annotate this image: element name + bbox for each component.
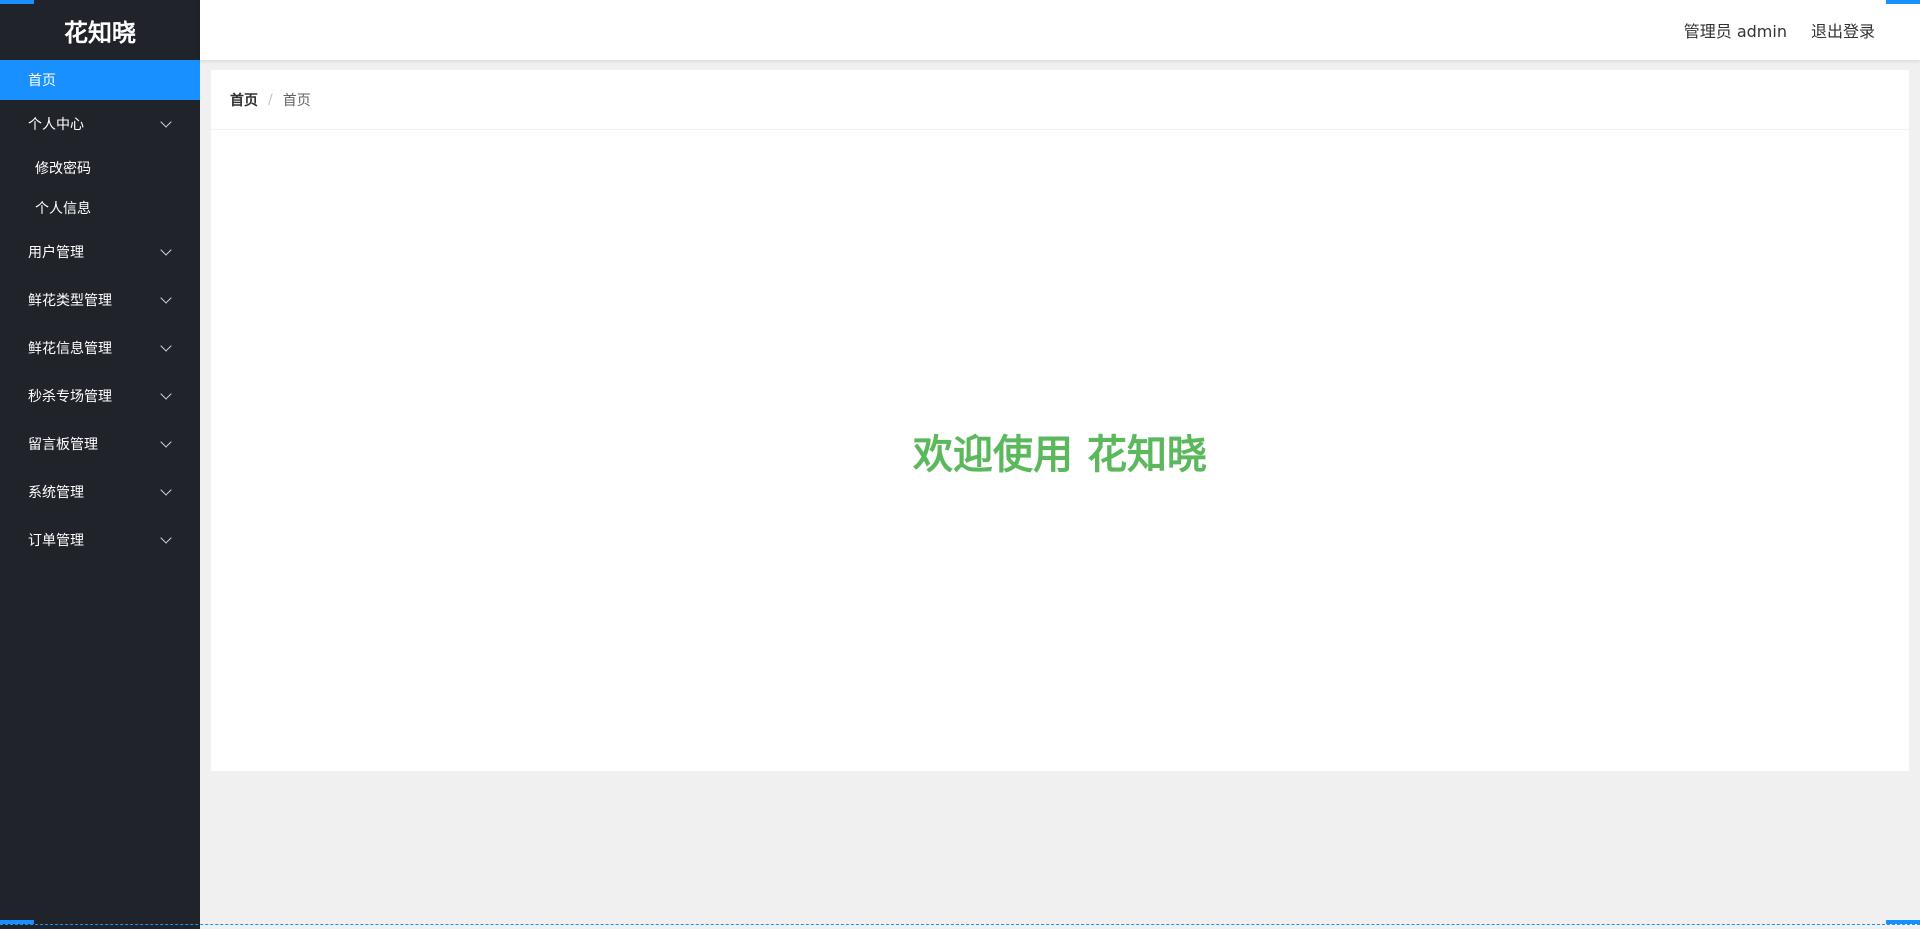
- breadcrumb: 首页 / 首页: [211, 70, 1909, 130]
- sidebar-group-flower-types[interactable]: 鲜花类型管理: [0, 276, 200, 324]
- sidebar: 花知晓 首页 个人中心 修改密码 个人信息 用户管理 鲜花类型管理 鲜花信息管理…: [0, 0, 200, 929]
- sidebar-group-flash-sale[interactable]: 秒杀专场管理: [0, 372, 200, 420]
- sidebar-menu: 首页 个人中心 修改密码 个人信息 用户管理 鲜花类型管理 鲜花信息管理 秒杀专…: [0, 60, 200, 564]
- header-user-area: 管理员 admin 退出登录: [1684, 0, 1875, 60]
- sidebar-group-personal-toggle[interactable]: 个人中心: [0, 100, 200, 148]
- breadcrumb-current: 首页: [282, 92, 311, 109]
- sidebar-group-label: 个人中心: [28, 117, 84, 133]
- sidebar-group-label: 留言板管理: [28, 437, 98, 453]
- logout-button[interactable]: 退出登录: [1811, 18, 1875, 42]
- sidebar-group-system[interactable]: 系统管理: [0, 468, 200, 516]
- sidebar-group-personal: 个人中心 修改密码 个人信息: [0, 100, 200, 228]
- sidebar-group-label: 用户管理: [28, 245, 84, 261]
- top-header: 管理员 admin 退出登录: [200, 0, 1920, 60]
- sidebar-item-personal-info[interactable]: 个人信息: [0, 188, 200, 228]
- sidebar-item-label: 首页: [28, 73, 56, 89]
- chevron-down-icon: [160, 244, 172, 256]
- bottom-dashed-divider: [0, 924, 1920, 925]
- current-user-label: 管理员 admin: [1683, 22, 1787, 41]
- main-content-card: 首页 / 首页 欢迎使用 花知晓: [211, 70, 1909, 771]
- chevron-down-icon: [160, 340, 172, 352]
- chevron-down-icon: [160, 116, 172, 128]
- sidebar-group-label: 鲜花信息管理: [28, 341, 112, 357]
- chevron-down-icon: [160, 484, 172, 496]
- sidebar-group-label: 订单管理: [28, 533, 84, 549]
- breadcrumb-home-link[interactable]: 首页: [230, 90, 258, 110]
- accent-corner-top-left: [0, 0, 34, 4]
- sidebar-group-label: 秒杀专场管理: [28, 389, 112, 405]
- sidebar-group-label: 系统管理: [28, 485, 84, 501]
- brand-title: 花知晓: [64, 18, 136, 47]
- sidebar-group-label: 鲜花类型管理: [28, 293, 112, 309]
- breadcrumb-separator: /: [268, 91, 273, 108]
- sidebar-item-label: 修改密码: [35, 161, 91, 177]
- sidebar-group-flower-info[interactable]: 鲜花信息管理: [0, 324, 200, 372]
- chevron-down-icon: [160, 292, 172, 304]
- sidebar-item-change-password[interactable]: 修改密码: [0, 148, 200, 188]
- chevron-down-icon: [160, 532, 172, 544]
- chevron-down-icon: [160, 436, 172, 448]
- sidebar-group-orders[interactable]: 订单管理: [0, 516, 200, 564]
- sidebar-group-message-board[interactable]: 留言板管理: [0, 420, 200, 468]
- app-root: 花知晓 首页 个人中心 修改密码 个人信息 用户管理 鲜花类型管理 鲜花信息管理…: [0, 0, 1920, 929]
- sidebar-item-home[interactable]: 首页: [0, 60, 200, 100]
- sidebar-group-users[interactable]: 用户管理: [0, 228, 200, 276]
- sidebar-item-label: 个人信息: [35, 201, 91, 217]
- accent-corner-top-right: [1886, 0, 1920, 4]
- chevron-down-icon: [160, 388, 172, 400]
- welcome-message: 欢迎使用 花知晓: [913, 431, 1207, 478]
